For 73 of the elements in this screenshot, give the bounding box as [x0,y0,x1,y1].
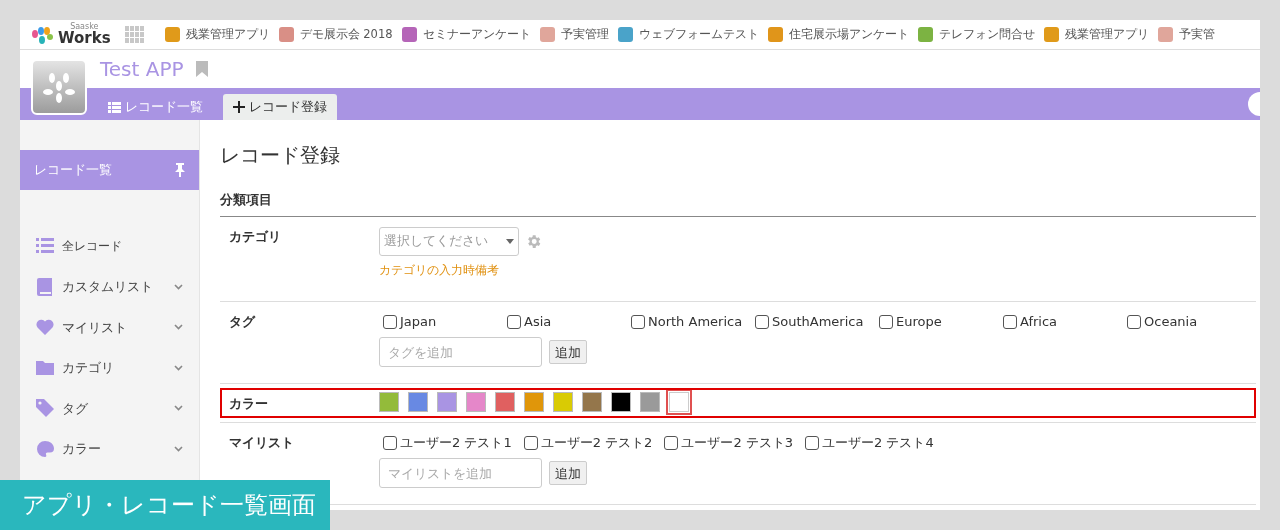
color-swatch[interactable] [582,392,602,413]
checkbox-option[interactable]: Africa [999,311,1123,332]
checkbox-option[interactable]: Asia [503,311,627,332]
field-label: マイリスト [229,433,295,452]
chevron-down-icon[interactable] [174,405,183,412]
color-swatch[interactable] [466,392,486,413]
app-link[interactable]: デモ展示会 2018 [278,25,393,44]
pin-icon[interactable] [175,163,185,177]
app-title: Test APP [100,56,184,83]
sidebar-item[interactable]: カラー [20,428,199,469]
chevron-down-icon[interactable] [174,445,183,452]
book-icon [36,277,54,296]
app-link[interactable]: テレフォン問合せ [917,25,1035,44]
checkbox-option[interactable]: Europe [875,311,999,332]
app-link[interactable]: ウェブフォームテスト [617,25,759,44]
add-button[interactable]: 追加 [549,340,587,365]
app-link[interactable]: セミナーアンケート [401,25,531,44]
plus-icon [233,101,245,113]
checkbox-option[interactable]: ユーザー2 テスト1 [379,432,512,453]
color-swatch[interactable] [553,392,573,413]
app-grid-icon[interactable] [124,25,145,44]
drops-icon [42,70,76,104]
app-link[interactable]: 残業管理アプリ [1043,25,1149,44]
field-label: カラー [229,395,269,414]
color-swatch[interactable] [640,392,660,413]
sidebar-item[interactable]: カテゴリ [20,347,199,388]
input-field[interactable]: マイリストを追加 [379,458,542,489]
chevron-down-icon[interactable] [174,364,183,371]
checkbox-option[interactable]: SouthAmerica [751,311,875,332]
color-swatch[interactable] [437,392,457,413]
chevron-down-icon[interactable] [174,283,183,290]
field-label: カテゴリ [229,227,282,246]
sidebar-item[interactable]: タグ [20,388,199,429]
section-title: 分類項目 [220,190,1256,217]
sidebar-item[interactable]: マイリスト [20,307,199,348]
caret-icon [506,238,514,244]
list-icon [108,101,121,113]
palette-icon [36,439,54,458]
color-swatch[interactable] [379,392,399,413]
page-title: レコード登録 [220,142,341,169]
bookmark-icon[interactable] [195,61,208,77]
checkbox-option[interactable]: Oceania [1123,311,1247,332]
app-link[interactable]: 住宅展示場アンケート [767,25,909,44]
add-button[interactable]: 追加 [549,461,587,486]
color-swatch[interactable] [611,392,631,413]
logo-icon [30,25,54,44]
checkbox-option[interactable]: ユーザー2 テスト3 [660,432,794,453]
checkbox-option[interactable]: ユーザー2 テスト2 [519,432,653,453]
input-field[interactable]: タグを追加 [379,337,542,368]
color-swatch[interactable] [524,392,544,413]
chevron-down-icon[interactable] [174,324,183,331]
checkbox-option[interactable]: North America [627,311,751,332]
field-label: タグ [229,312,257,331]
gear-icon[interactable] [525,232,542,250]
logo-subtext: Saaske [70,23,99,31]
list-icon [36,237,54,256]
color-swatch[interactable] [408,392,428,413]
app-link[interactable]: 予実管理 [539,25,609,44]
app-link[interactable]: 残業管理アプリ [164,25,270,44]
color-swatch[interactable] [669,392,689,413]
tab[interactable]: レコード登録 [223,94,337,120]
caption-banner: アプリ・レコード一覧画面 [0,480,330,530]
logo-text: Works [58,31,111,46]
color-swatch[interactable] [495,392,515,413]
folder-icon [36,358,54,377]
app-link[interactable]: 予実管 [1157,25,1215,44]
sidebar-item[interactable]: カスタムリスト [20,266,199,307]
checkbox-option[interactable]: Japan [379,311,503,332]
checkbox-option[interactable]: ユーザー2 テスト4 [801,432,934,453]
field-note: カテゴリの入力時備考 [379,261,500,279]
tag-icon [36,399,54,418]
sidebar-item[interactable]: 全レコード [20,226,199,267]
heart-icon [36,318,54,337]
